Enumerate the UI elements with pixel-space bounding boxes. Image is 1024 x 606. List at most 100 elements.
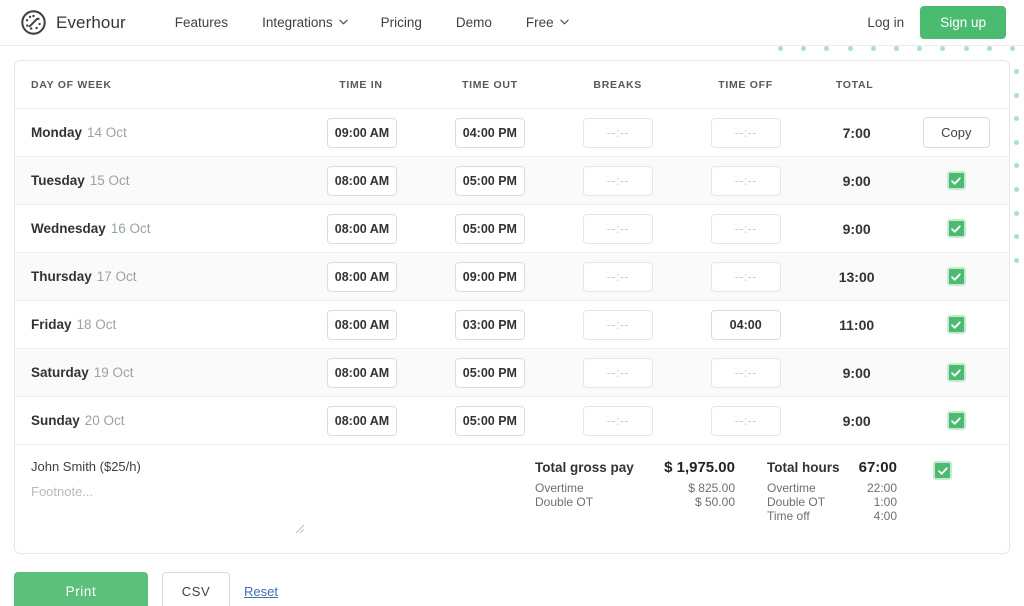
summary-hours-label: Double OT — [767, 495, 826, 509]
nav-link-pricing[interactable]: Pricing — [364, 9, 439, 36]
time-out-input[interactable] — [454, 309, 525, 340]
row-total-cell: 13:00 — [810, 269, 904, 285]
day-date: 18 Oct — [76, 317, 117, 332]
print-button[interactable]: Print — [14, 572, 148, 606]
time-out-input[interactable] — [454, 405, 525, 436]
nav-link-features[interactable]: Features — [158, 9, 245, 36]
time-off-input[interactable] — [710, 165, 781, 196]
breaks-input[interactable] — [582, 357, 653, 388]
nav-link-integrations[interactable]: Integrations — [245, 9, 364, 36]
time-out-input[interactable] — [454, 165, 525, 196]
login-link[interactable]: Log in — [867, 15, 904, 30]
signup-button[interactable]: Sign up — [920, 6, 1006, 39]
day-name: Saturday — [31, 365, 89, 380]
row-confirm-checkbox[interactable] — [946, 219, 966, 238]
reset-link[interactable]: Reset — [244, 584, 278, 599]
footnote-input[interactable] — [31, 484, 293, 528]
row-action-cell — [904, 411, 1009, 430]
row-confirm-checkbox[interactable] — [946, 315, 966, 334]
row-total-cell: 9:00 — [810, 365, 904, 381]
day-of-week-cell: Friday 18 Oct — [15, 317, 298, 332]
day-date: 20 Oct — [84, 413, 125, 428]
day-name: Friday — [31, 317, 72, 332]
row-total-cell: 9:00 — [810, 413, 904, 429]
time-off-input[interactable] — [710, 309, 781, 340]
summary-hours-label: Overtime — [767, 481, 816, 495]
time-in-input[interactable] — [327, 309, 397, 340]
time-off-cell — [682, 309, 810, 340]
breaks-cell — [554, 213, 682, 244]
row-total-value: 9:00 — [842, 364, 871, 381]
summary-confirm-checkbox[interactable] — [933, 461, 952, 480]
time-out-cell — [426, 309, 554, 340]
time-in-input[interactable] — [327, 165, 397, 196]
row-action-cell — [904, 315, 1009, 334]
day-of-week-cell: Thursday 17 Oct — [15, 269, 298, 284]
row-total-value: 9:00 — [842, 172, 871, 189]
time-off-input[interactable] — [710, 213, 781, 244]
time-off-input[interactable] — [710, 405, 781, 436]
day-date: 15 Oct — [89, 173, 130, 188]
summary-pay-label: Overtime — [535, 481, 584, 495]
row-total-cell: 7:00 — [810, 125, 904, 141]
day-date: 14 Oct — [87, 125, 127, 140]
summary-checkbox-wrapper — [933, 461, 952, 480]
summary-total-gross-pay-label: Total gross pay — [535, 460, 634, 475]
summary-total-hours-block: Total hours 67:00 Overtime 22:00 Double OT… — [767, 459, 897, 523]
copy-button[interactable]: Copy — [923, 117, 990, 148]
nav-link-demo[interactable]: Demo — [439, 9, 509, 36]
row-confirm-checkbox[interactable] — [946, 267, 966, 286]
summary-employee-block: John Smith ($25/h) — [15, 459, 535, 534]
row-total-value: 9:00 — [842, 220, 871, 237]
time-out-cell — [426, 165, 554, 196]
brand-name: Everhour — [56, 12, 126, 32]
summary-total-gross-pay-value: $ 1,975.00 — [664, 459, 735, 476]
breaks-input[interactable] — [582, 165, 653, 196]
row-action-cell — [904, 363, 1009, 382]
breaks-input[interactable] — [582, 213, 653, 244]
time-off-input[interactable] — [710, 357, 781, 388]
column-header-total: TOTAL — [835, 78, 874, 91]
nav-link-free[interactable]: Free — [509, 9, 585, 36]
summary-hours-lines: Overtime 22:00 Double OT 1:00 Time off 4:00 — [767, 481, 897, 523]
chevron-down-icon — [338, 19, 348, 27]
time-in-input[interactable] — [327, 357, 397, 388]
brand-logo[interactable]: Everhour — [20, 9, 126, 36]
column-header-day-of-week: DAY OF WEEK — [31, 78, 112, 91]
breaks-input[interactable] — [582, 405, 653, 436]
time-in-input[interactable] — [327, 213, 397, 244]
time-off-cell — [682, 213, 810, 244]
nav-right-actions: Log in Sign up — [867, 6, 1006, 39]
day-name: Monday — [31, 125, 83, 140]
row-total-value: 9:00 — [842, 412, 871, 429]
day-name: Sunday — [31, 413, 80, 428]
row-confirm-checkbox[interactable] — [946, 171, 966, 190]
time-off-cell — [682, 261, 810, 292]
time-out-cell — [426, 261, 554, 292]
row-confirm-checkbox[interactable] — [946, 411, 966, 430]
time-off-input[interactable] — [710, 261, 781, 292]
time-in-input[interactable] — [327, 261, 397, 292]
csv-button[interactable]: CSV — [162, 572, 230, 606]
row-action-cell — [904, 171, 1009, 190]
nav-link-label: Demo — [455, 15, 492, 30]
time-off-cell — [682, 165, 810, 196]
time-off-input[interactable] — [710, 117, 781, 148]
breaks-input[interactable] — [582, 309, 653, 340]
breaks-input[interactable] — [582, 261, 653, 292]
breaks-cell — [554, 357, 682, 388]
breaks-input[interactable] — [582, 117, 653, 148]
summary-total-hours-label: Total hours — [767, 460, 840, 475]
row-confirm-checkbox[interactable] — [946, 363, 966, 382]
time-in-input[interactable] — [327, 117, 397, 148]
time-out-input[interactable] — [454, 261, 525, 292]
time-out-input[interactable] — [454, 357, 525, 388]
nav-link-label: Features — [174, 15, 229, 30]
time-out-cell — [426, 357, 554, 388]
time-out-input[interactable] — [454, 117, 525, 148]
time-in-input[interactable] — [327, 405, 397, 436]
summary-hours-line: Overtime 22:00 — [767, 481, 897, 495]
column-header-time-off: TIME OFF — [718, 78, 773, 91]
column-header-breaks: BREAKS — [593, 78, 642, 91]
time-out-input[interactable] — [454, 213, 525, 244]
